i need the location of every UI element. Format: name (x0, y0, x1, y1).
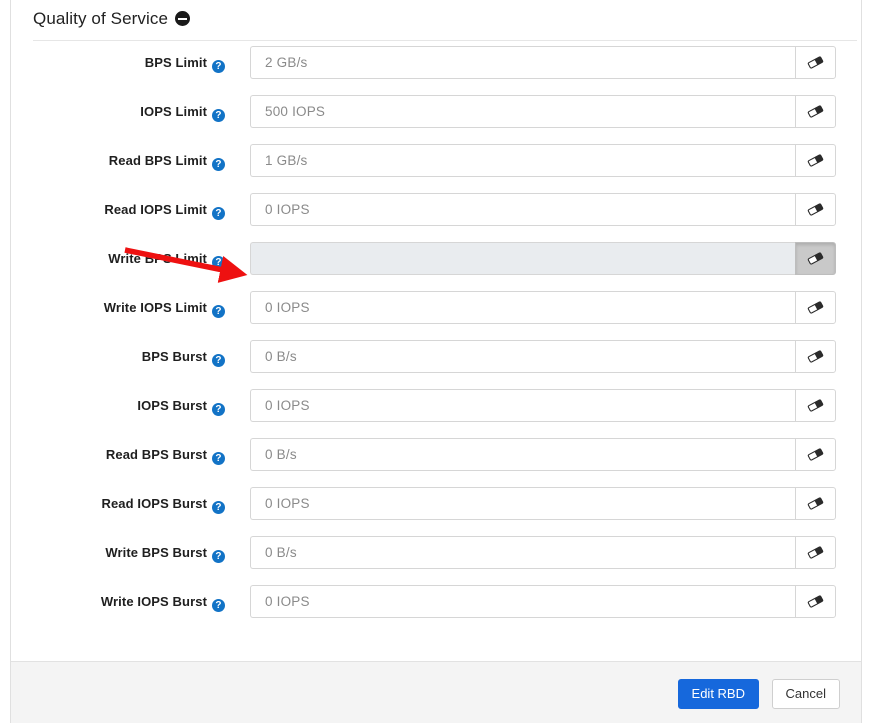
input-group (250, 95, 836, 128)
eraser-icon-button[interactable] (795, 389, 836, 422)
form-row: IOPS Limit? (11, 90, 861, 139)
field-label-text: BPS Limit (144, 55, 207, 70)
help-icon[interactable]: ? (212, 403, 225, 416)
eraser-icon-button[interactable] (795, 291, 836, 324)
field-label: Write BPS Burst? (105, 545, 225, 563)
input-group (250, 487, 836, 520)
qos-form: BPS Limit?IOPS Limit?Read BPS Limit?Read… (11, 41, 861, 649)
eraser-icon-button[interactable] (795, 242, 836, 275)
input-group (250, 193, 836, 226)
field-label: Read BPS Burst? (106, 447, 225, 465)
field-input[interactable] (250, 291, 795, 324)
card-header: Quality of Service (11, 0, 861, 40)
input-group (250, 46, 836, 79)
field-label-text: Read IOPS Limit (104, 202, 207, 217)
page-title: Quality of Service (33, 9, 191, 29)
form-row: Write BPS Burst? (11, 531, 861, 580)
minus-circle-icon[interactable] (175, 11, 191, 26)
field-label: Write IOPS Limit? (104, 300, 225, 318)
eraser-icon-button[interactable] (795, 536, 836, 569)
field-input (250, 242, 795, 275)
field-label-text: Read IOPS Burst (101, 496, 207, 511)
field-input[interactable] (250, 389, 795, 422)
input-group (250, 389, 836, 422)
help-icon[interactable]: ? (212, 207, 225, 220)
field-label: Read IOPS Limit? (104, 202, 225, 220)
eraser-icon-button[interactable] (795, 585, 836, 618)
field-input[interactable] (250, 536, 795, 569)
field-label-text: Write IOPS Burst (100, 594, 207, 609)
input-group (250, 242, 836, 275)
field-input[interactable] (250, 46, 795, 79)
help-icon[interactable]: ? (212, 60, 225, 73)
field-label-text: IOPS Burst (137, 398, 207, 413)
edit-rbd-button[interactable]: Edit RBD (677, 679, 759, 709)
eraser-icon-button[interactable] (795, 487, 836, 520)
form-row: BPS Burst? (11, 335, 861, 384)
field-label: BPS Limit? (145, 55, 225, 73)
form-row: Write BPS Limit? (11, 237, 861, 286)
field-label: IOPS Limit? (140, 104, 225, 122)
form-row: Read BPS Limit? (11, 139, 861, 188)
field-label: BPS Burst? (142, 349, 225, 367)
field-label-text: Write IOPS Limit (103, 300, 207, 315)
card-footer: Edit RBD Cancel (11, 661, 861, 723)
form-row: Read IOPS Limit? (11, 188, 861, 237)
field-label-text: BPS Burst (141, 349, 207, 364)
quality-of-service-card: Quality of Service BPS Limit?IOPS Limit?… (10, 0, 862, 723)
form-row: Write IOPS Limit? (11, 286, 861, 335)
field-label-text: Write BPS Limit (108, 251, 207, 266)
field-label: Write IOPS Burst? (101, 594, 225, 612)
input-group (250, 438, 836, 471)
card-title-text: Quality of Service (33, 9, 169, 28)
help-icon[interactable]: ? (212, 550, 225, 563)
form-row: Read BPS Burst? (11, 433, 861, 482)
eraser-icon-button[interactable] (795, 193, 836, 226)
field-input[interactable] (250, 438, 795, 471)
form-row: BPS Limit? (11, 41, 861, 90)
form-row: IOPS Burst? (11, 384, 861, 433)
input-group (250, 536, 836, 569)
help-icon[interactable]: ? (212, 452, 225, 465)
field-label-text: Read BPS Burst (105, 447, 207, 462)
field-label: Write BPS Limit? (108, 251, 225, 269)
help-icon[interactable]: ? (212, 305, 225, 318)
input-group (250, 291, 836, 324)
eraser-icon-button[interactable] (795, 438, 836, 471)
input-group (250, 585, 836, 618)
field-label: IOPS Burst? (137, 398, 225, 416)
eraser-icon-button[interactable] (795, 46, 836, 79)
help-icon[interactable]: ? (212, 501, 225, 514)
form-row: Read IOPS Burst? (11, 482, 861, 531)
field-label: Read IOPS Burst? (101, 496, 225, 514)
field-label: Read BPS Limit? (109, 153, 225, 171)
field-label-text: Read BPS Limit (108, 153, 207, 168)
field-input[interactable] (250, 487, 795, 520)
eraser-icon-button[interactable] (795, 144, 836, 177)
eraser-icon-button[interactable] (795, 95, 836, 128)
eraser-icon-button[interactable] (795, 340, 836, 373)
help-icon[interactable]: ? (212, 256, 225, 269)
field-input[interactable] (250, 585, 795, 618)
input-group (250, 144, 836, 177)
help-icon[interactable]: ? (212, 158, 225, 171)
cancel-button[interactable]: Cancel (771, 679, 840, 709)
field-input[interactable] (250, 144, 795, 177)
help-icon[interactable]: ? (212, 109, 225, 122)
field-input[interactable] (250, 340, 795, 373)
form-row: Write IOPS Burst? (11, 580, 861, 629)
help-icon[interactable]: ? (212, 599, 225, 612)
field-label-text: IOPS Limit (140, 104, 207, 119)
field-input[interactable] (250, 95, 795, 128)
field-input[interactable] (250, 193, 795, 226)
field-label-text: Write BPS Burst (105, 545, 207, 560)
input-group (250, 340, 836, 373)
help-icon[interactable]: ? (212, 354, 225, 367)
